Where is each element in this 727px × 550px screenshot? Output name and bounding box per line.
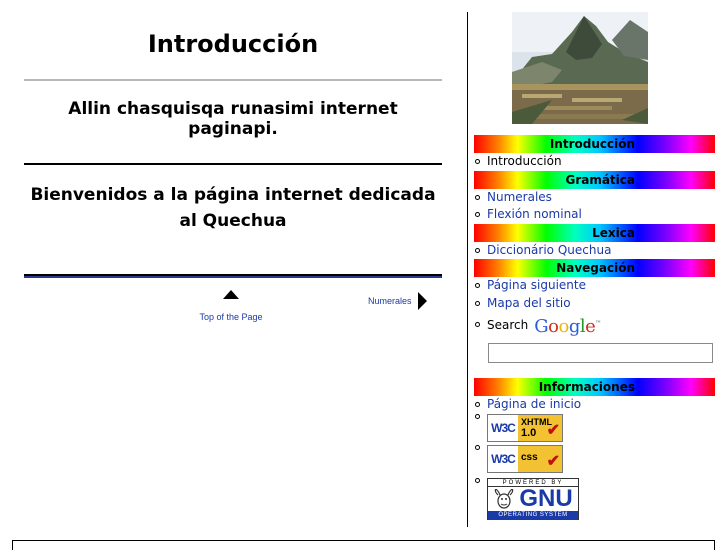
w3c-logo: W3C [491, 451, 516, 466]
menu-link-numerales[interactable]: Numerales [487, 190, 552, 204]
quechua-greeting: Allin chasquisqa runasimi internet pagin… [68, 99, 398, 139]
column-divider [467, 12, 468, 527]
css-valid-badge[interactable]: W3C css ✔ [487, 444, 563, 473]
google-logo[interactable]: Google™ [534, 315, 601, 336]
next-page-link[interactable]: Numerales [368, 292, 427, 310]
section-header-informaciones: Informaciones [474, 378, 715, 396]
search-label: Search [487, 317, 529, 332]
sidebar-menu: Introducción Introducción Gramática Nume… [474, 135, 715, 338]
menu-item-numerales[interactable]: Numerales [474, 189, 715, 207]
check-icon: ✔ [546, 421, 560, 439]
search-row: Search Google™ [474, 312, 715, 338]
page-title: Introducción [147, 30, 319, 58]
gnu-badge-middle: GNU [488, 484, 578, 512]
xhtml-badge-text: XHTML 1.0 ✔ [518, 414, 562, 441]
check-icon: ✔ [546, 452, 560, 470]
triangle-right-icon [417, 292, 427, 310]
section-header-introduccion: Introducción [474, 135, 715, 153]
menu-item-introduccion: Introducción [474, 153, 715, 171]
gnu-head-icon [495, 488, 514, 509]
gnu-wordmark: GNU [519, 484, 573, 512]
xhtml-valid-badge[interactable]: W3C XHTML 1.0 ✔ [487, 413, 563, 442]
menu-link-diccionario[interactable]: Diccionário Quechua [487, 243, 611, 257]
top-of-page-label: Top of the Page [199, 312, 263, 322]
divider-rule [24, 79, 442, 81]
section-header-gramatica: Gramática [474, 170, 715, 189]
top-of-page-link[interactable]: Top of the Page [196, 288, 266, 324]
info-menu: Informaciones Página de inicio W3C XHTML… [474, 378, 715, 520]
css-badge-text: css ✔ [518, 445, 562, 472]
menu-link-flexion-nominal[interactable]: Flexión nominal [487, 207, 582, 221]
triangle-up-icon [223, 290, 239, 299]
spanish-greeting: Bienvenidos a la página internet dedicad… [30, 185, 436, 231]
menu-item-pagina-siguiente[interactable]: Página siguiente [474, 277, 715, 295]
menu-item-flexion-nominal[interactable]: Flexión nominal [474, 206, 715, 224]
gnu-badge-row: POWERED BY GNU OPERATING SYSTEM [474, 474, 715, 520]
menu-item-label: Introducción [487, 154, 562, 168]
xhtml-badge-row: W3C XHTML 1.0 ✔ [474, 413, 715, 443]
menu-link-pagina-siguiente[interactable]: Página siguiente [487, 278, 586, 292]
footer-box [12, 540, 715, 550]
gnu-badge[interactable]: POWERED BY GNU OPERATING SYSTEM [487, 477, 579, 520]
css-badge-row: W3C css ✔ [474, 443, 715, 474]
menu-item-mapa-del-sitio[interactable]: Mapa del sitio [474, 295, 715, 313]
section-header-lexica: Lexica [474, 223, 715, 242]
divider-rule [24, 163, 442, 165]
menu-item-diccionario[interactable]: Diccionário Quechua [474, 242, 715, 260]
menu-item-pagina-de-inicio[interactable]: Página de inicio [474, 396, 715, 414]
next-page-label: Numerales [368, 296, 412, 306]
css-label: css [521, 451, 538, 463]
menu-link-mapa-del-sitio[interactable]: Mapa del sitio [487, 296, 571, 310]
menu-link-pagina-de-inicio[interactable]: Página de inicio [487, 397, 581, 411]
gnu-operating-system: OPERATING SYSTEM [488, 510, 578, 520]
w3c-logo: W3C [491, 420, 516, 435]
search-input[interactable] [488, 343, 713, 363]
divider-rule [24, 274, 442, 278]
machu-picchu-photo [512, 12, 648, 124]
section-header-navegacion: Navegación [474, 259, 715, 277]
